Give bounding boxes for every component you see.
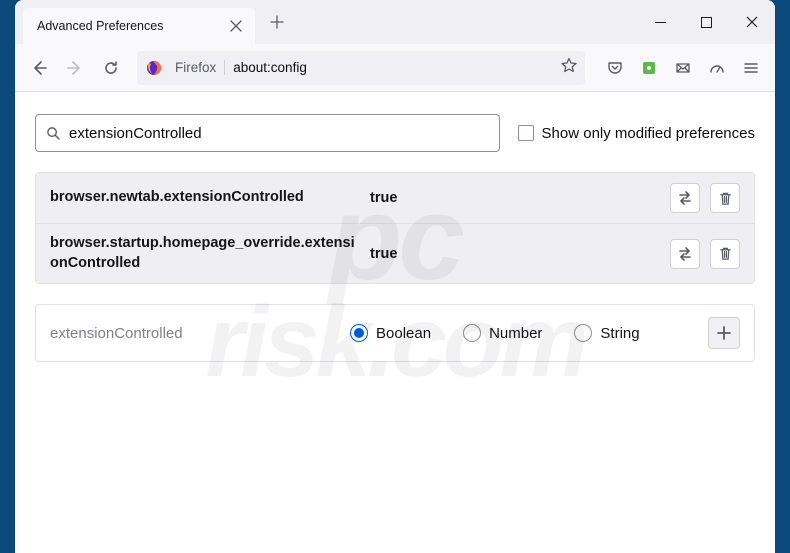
window-controls (637, 0, 775, 44)
toggle-button[interactable] (670, 183, 700, 213)
radio-icon (574, 324, 592, 342)
swap-icon (677, 246, 693, 262)
radio-string[interactable]: String (574, 324, 639, 342)
delete-button[interactable] (710, 183, 740, 213)
pocket-icon[interactable] (599, 52, 631, 84)
forward-button[interactable] (59, 52, 91, 84)
identity-label: Firefox (171, 60, 225, 75)
browser-tab[interactable]: Advanced Preferences (23, 8, 255, 44)
menu-icon[interactable] (735, 52, 767, 84)
bookmark-star-icon[interactable] (561, 57, 577, 78)
show-modified-label: Show only modified preferences (542, 125, 755, 142)
checkbox-icon (518, 125, 534, 141)
page-content: Show only modified preferences browser.n… (15, 92, 775, 553)
url-toolbar: Firefox about:config (15, 44, 775, 92)
url-bar[interactable]: Firefox about:config (137, 51, 585, 85)
new-tab-button[interactable] (261, 6, 293, 38)
radio-number[interactable]: Number (463, 324, 542, 342)
search-icon (46, 126, 61, 141)
pref-value: true (370, 246, 660, 262)
pref-row[interactable]: browser.startup.homepage_override.extens… (36, 223, 754, 283)
inbox-icon[interactable] (667, 52, 699, 84)
maximize-button[interactable] (683, 0, 729, 44)
back-button[interactable] (23, 52, 55, 84)
radio-icon (350, 324, 368, 342)
radio-icon (463, 324, 481, 342)
firefox-icon (145, 59, 163, 77)
reload-button[interactable] (95, 52, 127, 84)
titlebar: Advanced Preferences (15, 0, 775, 44)
type-radios: Boolean Number String (350, 324, 698, 342)
radio-boolean[interactable]: Boolean (350, 324, 431, 342)
pref-name: browser.startup.homepage_override.extens… (50, 234, 360, 273)
trash-icon (718, 191, 733, 206)
extension-icon[interactable] (633, 52, 665, 84)
add-pref-button[interactable] (708, 317, 740, 349)
row-actions (670, 183, 740, 213)
tab-title: Advanced Preferences (37, 19, 219, 33)
browser-window: Advanced Preferences (15, 0, 775, 553)
trash-icon (718, 246, 733, 261)
close-tab-icon[interactable] (227, 17, 245, 35)
delete-button[interactable] (710, 239, 740, 269)
new-pref-name: extensionControlled (50, 325, 340, 342)
radio-label: Number (489, 325, 542, 342)
pref-row[interactable]: browser.newtab.extensionControlled true (36, 173, 754, 223)
plus-icon (717, 326, 731, 340)
minimize-button[interactable] (637, 0, 683, 44)
search-box[interactable] (35, 114, 500, 152)
pref-value: true (370, 190, 660, 206)
toggle-button[interactable] (670, 239, 700, 269)
swap-icon (677, 190, 693, 206)
show-modified-checkbox[interactable]: Show only modified preferences (518, 125, 755, 142)
results-list: browser.newtab.extensionControlled true … (35, 172, 755, 284)
gauge-icon[interactable] (701, 52, 733, 84)
url-text: about:config (233, 60, 553, 75)
radio-label: Boolean (376, 325, 431, 342)
search-row: Show only modified preferences (35, 114, 755, 152)
row-actions (670, 239, 740, 269)
close-window-button[interactable] (729, 0, 775, 44)
radio-label: String (600, 325, 639, 342)
search-input[interactable] (69, 125, 489, 142)
pref-name: browser.newtab.extensionControlled (50, 188, 360, 208)
new-pref-row: extensionControlled Boolean Number Strin… (35, 304, 755, 362)
